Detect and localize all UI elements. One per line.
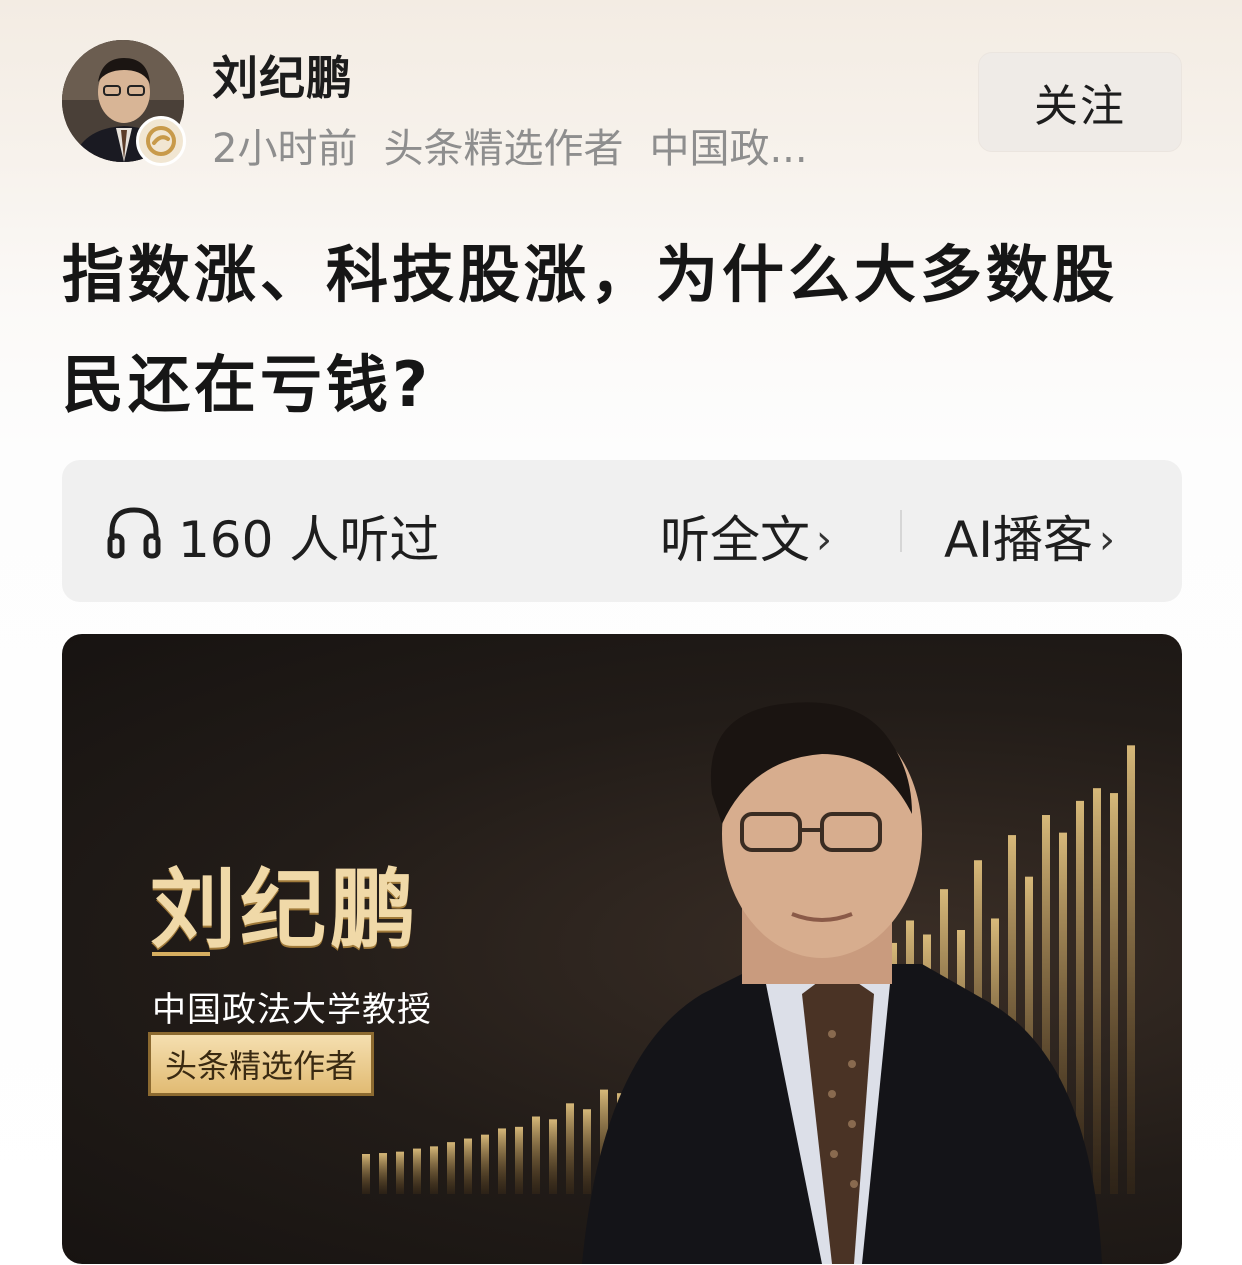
candlestick-bar (566, 1103, 574, 1194)
banner-badge: 头条精选作者 (148, 1032, 375, 1096)
author-tag: 头条精选作者 (383, 126, 624, 172)
author-meta: 2小时前 头条精选作者 中国政... (212, 116, 912, 174)
headphones-icon (106, 504, 162, 564)
listen-bar: 160 人听过 听全文 › AI播客 › (62, 460, 1182, 602)
candlestick-bar (583, 1109, 591, 1194)
listen-count: 160 人听过 (178, 511, 440, 569)
candlestick-bar (396, 1151, 404, 1194)
candlestick-bar (413, 1148, 421, 1194)
candlestick-bar (481, 1134, 489, 1194)
follow-button[interactable]: 关注 (978, 52, 1182, 152)
author-org: 中国政... (649, 126, 808, 172)
candlestick-bar (498, 1128, 506, 1194)
candlestick-bar (532, 1116, 540, 1194)
candlestick-bar (430, 1146, 438, 1194)
listen-full-button[interactable]: 听全文 › (660, 500, 832, 572)
article-title: 指数涨、科技股涨，为什么大多数股民还在亏钱? (62, 238, 1119, 421)
banner-name: 刘纪鹏 (150, 860, 420, 960)
candlestick-bar (464, 1138, 472, 1194)
verified-badge-icon (136, 116, 186, 166)
portrait-figure (582, 702, 1102, 1264)
candlestick-bar (447, 1142, 455, 1194)
candlestick-bar (379, 1153, 387, 1194)
candlestick-bar (515, 1126, 523, 1194)
listen-full-label: 听全文 (660, 511, 810, 569)
banner-divider (152, 952, 210, 956)
banner-subtitle: 中国政法大学教授 (152, 990, 432, 1030)
author-header: 刘纪鹏 2小时前 头条精选作者 中国政... 关注 (0, 0, 1242, 200)
divider (900, 510, 902, 552)
chevron-right-icon: › (816, 517, 832, 563)
candlestick-bar (549, 1119, 557, 1194)
candlestick-bar (1093, 788, 1101, 1194)
post-time: 2小时前 (212, 126, 358, 172)
ai-podcast-button[interactable]: AI播客 › (944, 500, 1115, 572)
candlestick-bar (362, 1154, 370, 1194)
candlestick-bar (1110, 793, 1118, 1194)
article-cover-image[interactable]: 刘纪鹏 中国政法大学教授 头条精选作者 (62, 634, 1182, 1264)
candlestick-bar (1127, 745, 1135, 1194)
ai-podcast-label: AI播客 (944, 511, 1093, 569)
chevron-right-icon: › (1098, 517, 1115, 563)
author-name[interactable]: 刘纪鹏 (212, 42, 353, 108)
